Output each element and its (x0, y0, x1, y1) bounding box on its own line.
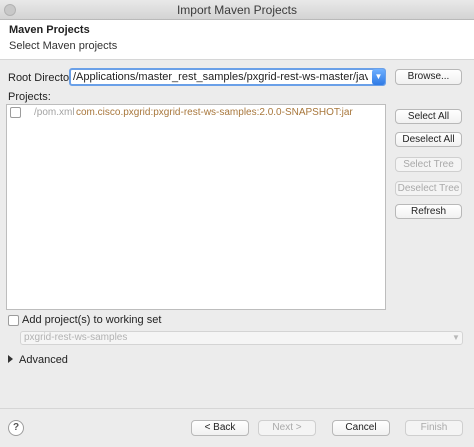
footer-separator (0, 408, 474, 409)
page-subtitle: Select Maven projects (9, 40, 118, 52)
root-directory-value[interactable]: /Applications/master_rest_samples/pxgrid… (73, 70, 368, 84)
deselect-all-button[interactable]: Deselect All (395, 132, 462, 147)
project-pom-path[interactable]: /pom.xml (34, 107, 75, 118)
select-all-button[interactable]: Select All (395, 109, 462, 124)
window-title: Import Maven Projects (176, 3, 298, 17)
select-tree-button[interactable]: Select Tree (395, 157, 462, 172)
working-set-label: Add project(s) to working set (22, 314, 162, 326)
refresh-button[interactable]: Refresh (395, 204, 462, 219)
chevron-down-icon: ▼ (452, 333, 460, 342)
back-button[interactable]: < Back (191, 420, 249, 436)
chevron-down-icon: ▼ (374, 72, 383, 81)
deselect-tree-button[interactable]: Deselect Tree (395, 181, 462, 196)
working-set-checkbox[interactable] (8, 315, 19, 326)
project-artifact-id[interactable]: com.cisco.pxgrid:pxgrid-rest-ws-samples:… (76, 107, 353, 118)
expand-triangle-icon[interactable] (8, 355, 13, 363)
cancel-button[interactable]: Cancel (332, 420, 390, 436)
advanced-label[interactable]: Advanced (19, 354, 68, 366)
working-set-value[interactable]: pxgrid-rest-ws-samples (24, 332, 127, 344)
next-button[interactable]: Next > (258, 420, 316, 436)
root-directory-dropdown-button[interactable]: ▼ (372, 69, 385, 85)
browse-button[interactable]: Browse... (395, 69, 462, 85)
page-title: Maven Projects (9, 24, 90, 36)
projects-label: Projects: (8, 91, 51, 103)
help-icon[interactable]: ? (8, 420, 24, 436)
finish-button[interactable]: Finish (405, 420, 463, 436)
project-checkbox[interactable] (10, 107, 21, 118)
projects-list[interactable] (6, 104, 386, 310)
